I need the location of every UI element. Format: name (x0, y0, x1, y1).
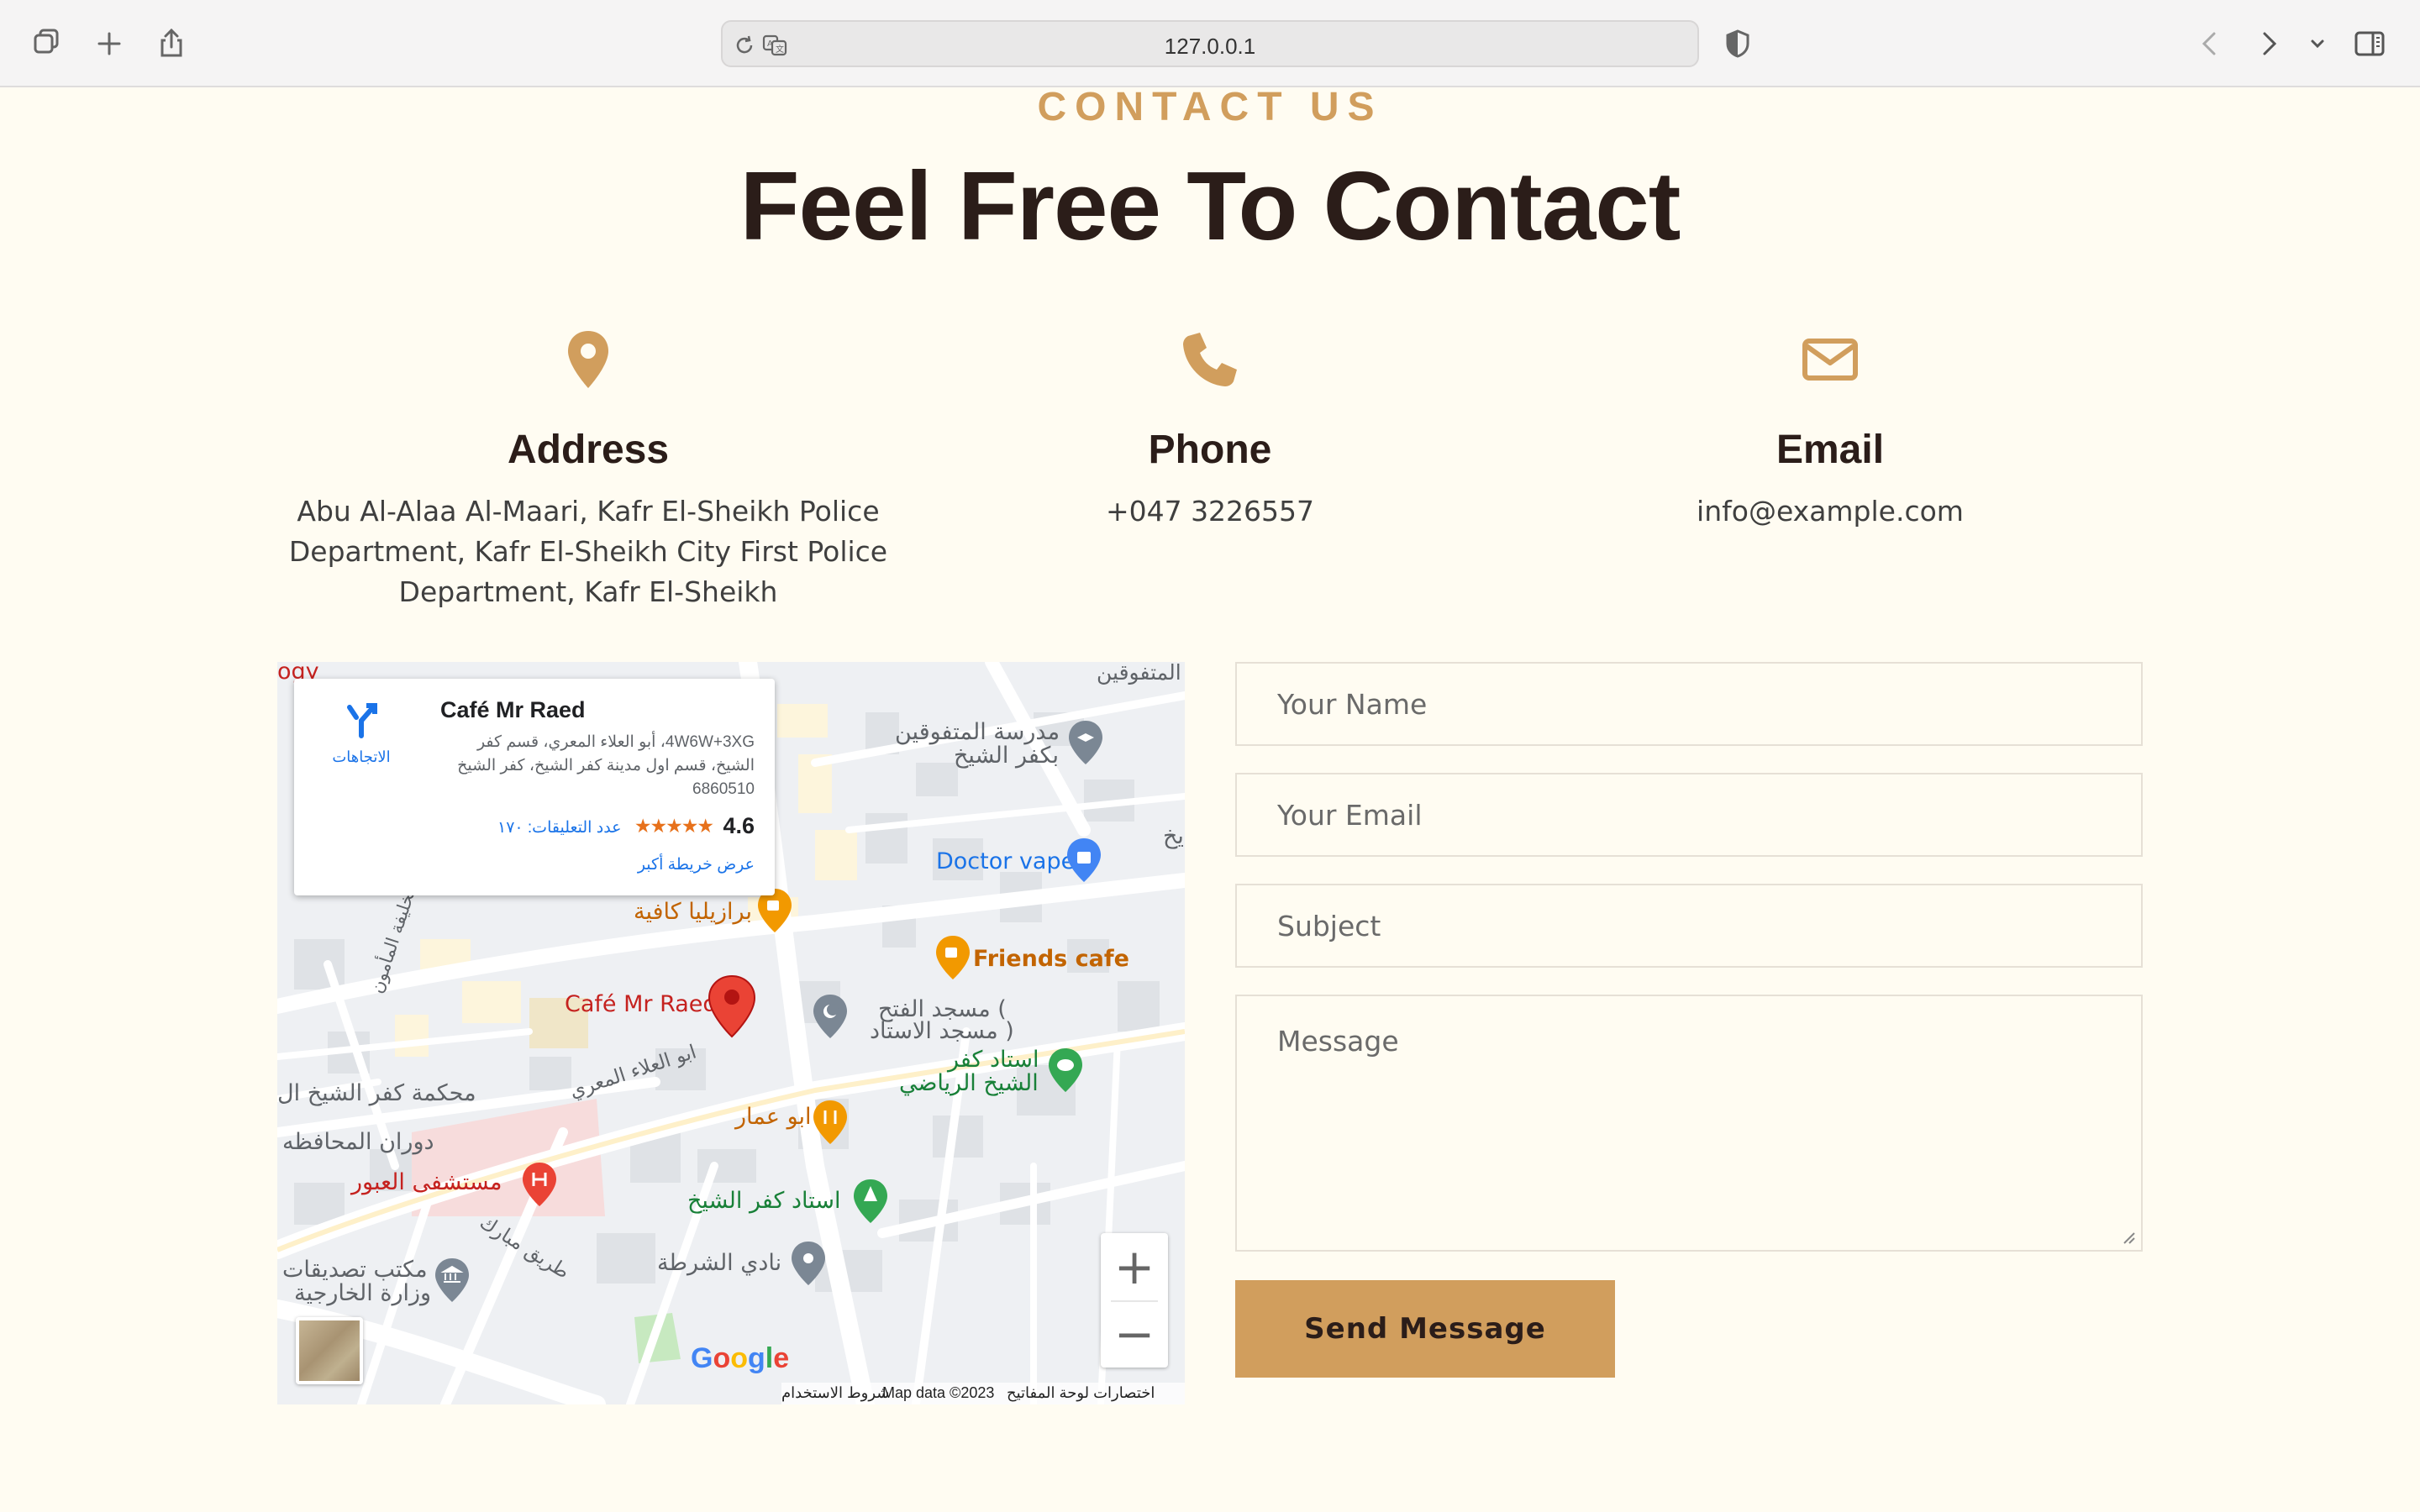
forward-icon[interactable] (2247, 22, 2291, 66)
envelope-icon (1802, 339, 1858, 381)
map-label-hospital: مستشفى العبور (351, 1169, 502, 1195)
privacy-shield-icon[interactable] (1716, 22, 1760, 66)
map-data-attribution: Map data ©2023 (882, 1384, 995, 1401)
send-message-button[interactable]: Send Message (1235, 1280, 1615, 1378)
keyboard-shortcuts-link[interactable]: اختصارات لوحة المفاتيح (1007, 1384, 1155, 1402)
map-label-mosque2: مسجد الاستاد ) (870, 1018, 1014, 1044)
map-label-school2: بكفر الشيخ (954, 743, 1059, 769)
phone-block: Phone +047 3226557 (908, 326, 1512, 532)
zoom-controls: + − (1101, 1233, 1168, 1368)
shopping-pin-icon[interactable] (1065, 837, 1102, 884)
google-map[interactable]: ogy المتفوقين مدرسة المتفوقين بكفر الشيخ… (277, 662, 1185, 1404)
satellite-toggle[interactable] (296, 1317, 363, 1384)
name-field[interactable] (1235, 662, 2143, 746)
reviews-link[interactable]: عدد التعليقات: ١٧٠ (497, 818, 622, 837)
restaurant-pin-icon[interactable] (812, 1099, 849, 1146)
directions-label: الاتجاهات (332, 748, 391, 765)
page-title: Feel Free To Contact (739, 151, 1681, 260)
browser-toolbar: A文 127.0.0.1 (0, 0, 2420, 87)
map-label-kh: يخ (1163, 823, 1184, 849)
phone-icon (1183, 333, 1237, 386)
message-field[interactable] (1235, 995, 2143, 1252)
map-label-court: محكمة كفر الشيخ ال (277, 1080, 476, 1106)
address-text: Abu Al-Alaa Al-Maari, Kafr El-Sheikh Pol… (288, 495, 888, 608)
map-label-ministry1: مكتب تصديقات (282, 1257, 428, 1283)
email-input[interactable] (1237, 774, 2141, 855)
cafe-pin-icon[interactable] (934, 934, 971, 981)
map-label-school-top: المتفوقين (1097, 662, 1181, 685)
stadium-pin-icon[interactable] (1047, 1047, 1084, 1094)
share-icon[interactable] (150, 22, 193, 66)
resize-handle-icon[interactable] (2119, 1228, 2136, 1245)
map-label-ministry2: وزارة الخارجية (294, 1280, 432, 1306)
map-label-stadium-kafr: استاد كفر الشيخ (687, 1188, 841, 1214)
address-block: Address Abu Al-Alaa Al-Maari, Kafr El-Sh… (286, 326, 891, 612)
tab-overview-icon[interactable] (25, 22, 69, 66)
map-label-police-club: نادي الشرطة (657, 1250, 782, 1276)
phone-title: Phone (1148, 428, 1272, 472)
message-textarea[interactable] (1237, 996, 2141, 1250)
club-pin-icon[interactable] (790, 1240, 827, 1287)
email-title: Email (1776, 428, 1885, 472)
place-rating: 4.6 (723, 813, 755, 838)
subject-field[interactable] (1235, 884, 2143, 968)
selected-location-pin-icon[interactable] (708, 974, 756, 1038)
place-address: 4W6W+3XG، أبو العلاء المعري، قسم كفر الش… (457, 733, 755, 798)
government-pin-icon[interactable] (434, 1257, 471, 1304)
email-field[interactable] (1235, 773, 2143, 857)
url-text: 127.0.0.1 (1164, 34, 1256, 59)
mosque-pin-icon[interactable] (812, 993, 849, 1040)
phone-text: +047 3226557 (1105, 495, 1315, 528)
zoom-divider (1111, 1300, 1158, 1302)
sidebar-icon[interactable] (2348, 22, 2391, 66)
view-larger-map-link[interactable]: عرض خريطة أكبر (638, 855, 755, 874)
map-label-stadium2: الشيخ الرياضي (899, 1070, 1039, 1096)
hospital-pin-icon[interactable] (521, 1161, 558, 1208)
email-block: Email info@example.com (1528, 326, 2133, 532)
map-label-abu-ammar: ابو عمار (735, 1104, 812, 1130)
address-title: Address (507, 428, 670, 472)
chevron-down-icon[interactable] (2301, 22, 2334, 66)
place-info-card: الاتجاهات Café Mr Raed 4W6W+3XG، أبو الع… (294, 679, 775, 895)
map-footer: شروط الاستخدام Map data ©2023 اختصارات ل… (781, 1383, 1185, 1404)
map-label-cafe-raed: Café Mr Raed (565, 991, 718, 1017)
map-pin-icon (568, 331, 608, 388)
zoom-out-button[interactable]: − (1101, 1300, 1168, 1368)
map-label-school: مدرسة المتفوقين (895, 719, 1060, 745)
map-label-dawaran: دوران المحافظه (282, 1129, 434, 1155)
map-label-doctor-vape: Doctor vape (936, 848, 1076, 874)
rating-stars-icon: ★★★★★ (634, 815, 714, 837)
section-eyebrow: CONTACT US (1037, 85, 1383, 129)
directions-button[interactable]: الاتجاهات (319, 701, 403, 766)
zoom-in-button[interactable]: + (1101, 1233, 1168, 1300)
map-label-friends-cafe: Friends cafe (973, 946, 1129, 972)
new-tab-icon[interactable] (87, 22, 131, 66)
back-icon[interactable] (2188, 22, 2232, 66)
google-logo: Google (691, 1342, 790, 1374)
directions-icon (347, 703, 377, 738)
address-bar[interactable]: A文 127.0.0.1 (721, 20, 1699, 67)
name-input[interactable] (1237, 664, 2141, 744)
place-name: Café Mr Raed (440, 697, 586, 722)
map-label-brazilia: برازيليا كافية (634, 899, 752, 925)
park-pin-icon[interactable] (852, 1178, 889, 1225)
school-pin-icon[interactable] (1067, 719, 1104, 766)
email-text: info@example.com (1697, 495, 1964, 528)
terms-link[interactable]: شروط الاستخدام (781, 1384, 889, 1402)
map-label-stadium1: استاد كفر (948, 1047, 1039, 1073)
subject-input[interactable] (1237, 885, 2141, 966)
